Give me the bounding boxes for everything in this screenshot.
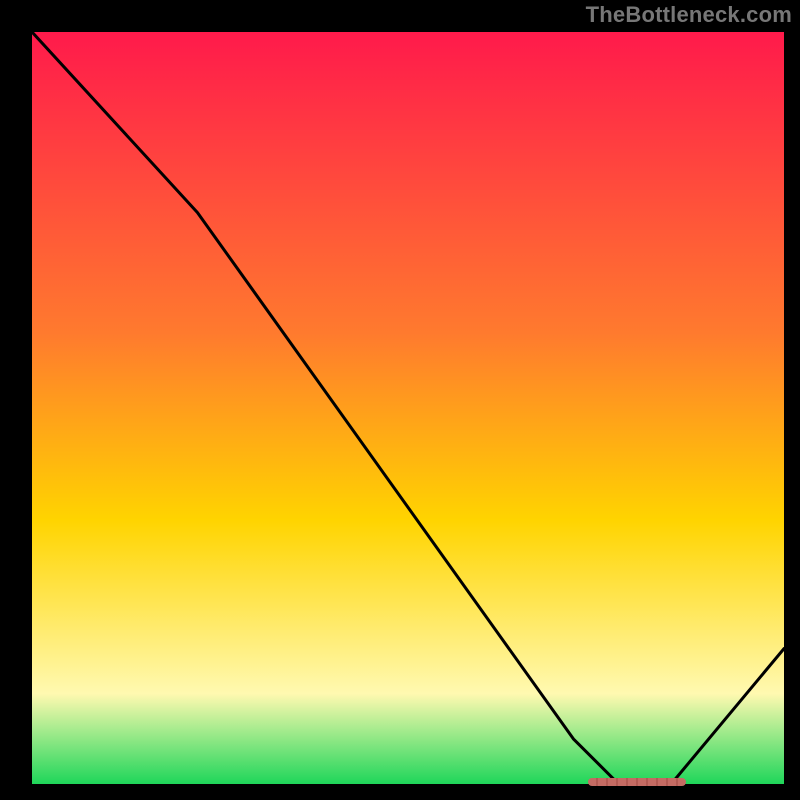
chart-svg [32, 32, 784, 784]
optimal-range-marker [588, 778, 686, 786]
gradient-background [32, 32, 784, 784]
plot-area [32, 32, 784, 784]
attribution-text: TheBottleneck.com [586, 2, 792, 28]
chart-frame: TheBottleneck.com [0, 0, 800, 800]
